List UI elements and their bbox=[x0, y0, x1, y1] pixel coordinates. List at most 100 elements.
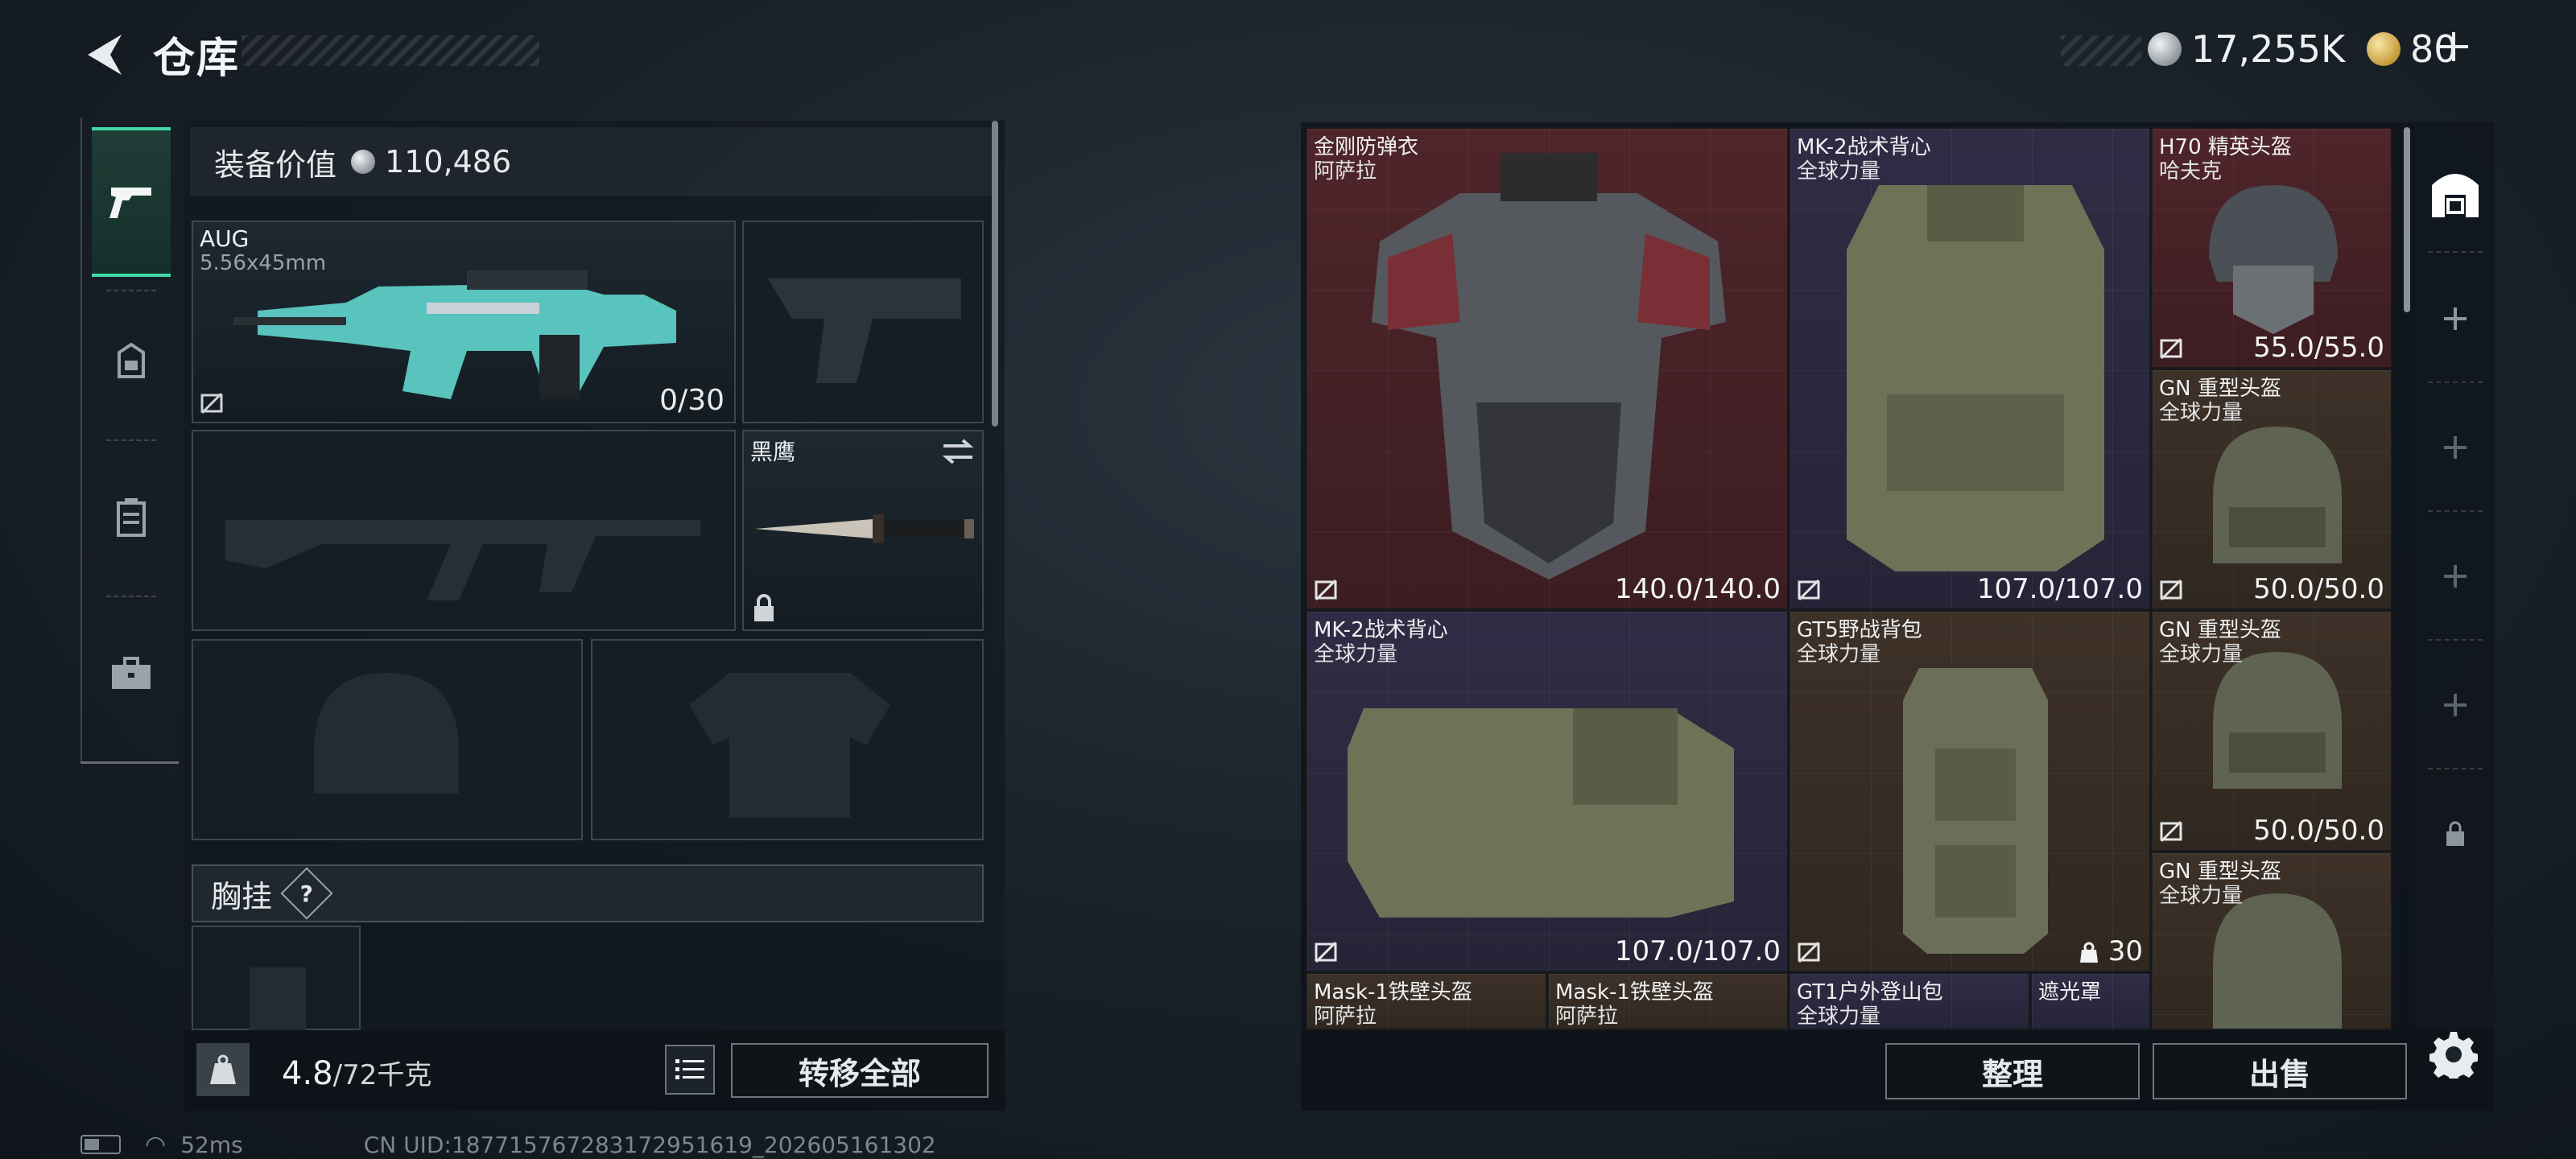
item-capacity: 30 bbox=[2079, 935, 2143, 967]
melee-slot[interactable]: 黑鹰 bbox=[742, 430, 984, 631]
kg-icon bbox=[196, 1043, 250, 1096]
help-icon[interactable]: ? bbox=[280, 867, 333, 920]
heavy-helmet-image bbox=[2213, 652, 2342, 789]
warehouse-item[interactable]: MK-2战术背心 全球力量 107.0/107.0 bbox=[1306, 610, 1789, 972]
lock-icon bbox=[754, 594, 774, 621]
silver-coin-icon bbox=[351, 150, 376, 174]
warehouse-item[interactable]: GN 重型头盔 全球力量 bbox=[2151, 852, 2392, 1030]
heavy-helmet-image bbox=[2213, 427, 2342, 563]
status-bar: ◠ 52ms CN UID:18771576728317295161​9_202… bbox=[80, 1130, 936, 1159]
item-origin: 全球力量 bbox=[1797, 159, 1881, 184]
no-insure-icon bbox=[1315, 579, 1337, 601]
warehouse-item[interactable]: 遮光罩 bbox=[2030, 972, 2151, 1030]
shelf-tab-main[interactable] bbox=[2415, 153, 2496, 233]
warehouse-item[interactable]: Mask-1铁壁头盔 阿萨拉 bbox=[1547, 972, 1789, 1030]
no-insure-icon bbox=[1798, 941, 1820, 963]
item-origin: 阿萨拉 bbox=[1314, 159, 1377, 184]
elite-helmet-image bbox=[2209, 185, 2338, 334]
battery-icon bbox=[80, 1135, 121, 1154]
user-uid: CN UID:18771576728317295161​9_2026051613… bbox=[363, 1131, 936, 1158]
tab-weapons[interactable] bbox=[92, 127, 171, 277]
title-decoration bbox=[242, 35, 539, 66]
helmet-slot[interactable] bbox=[192, 639, 583, 840]
item-origin: 阿萨拉 bbox=[1555, 1004, 1619, 1029]
currency-decoration bbox=[2061, 35, 2141, 66]
sell-button[interactable]: 出售 bbox=[2153, 1043, 2407, 1099]
backpack-image bbox=[1903, 668, 2048, 954]
primary-weapon-slot[interactable]: AUG 5.56x45mm 0/30 bbox=[192, 221, 736, 423]
item-durability: 50.0/50.0 bbox=[2253, 815, 2384, 847]
tab-helmet[interactable] bbox=[92, 287, 171, 436]
plus-icon bbox=[2439, 32, 2468, 61]
item-durability: 140.0/140.0 bbox=[1614, 573, 1781, 605]
armor-placeholder-image bbox=[689, 673, 890, 818]
armor-slot[interactable] bbox=[591, 639, 984, 840]
category-tabs bbox=[80, 118, 179, 761]
no-insure-icon bbox=[2160, 579, 2182, 601]
warehouse-item[interactable]: GT1户外登山包 全球力量 bbox=[1789, 972, 2030, 1030]
chest-rig-placeholder-image bbox=[250, 967, 306, 1032]
no-insure-icon bbox=[2160, 337, 2182, 360]
gold-coin-icon bbox=[2367, 32, 2401, 66]
plus-icon bbox=[2444, 694, 2467, 716]
warehouse-item[interactable]: MK-2战术背心 全球力量 107.0/107.0 bbox=[1789, 127, 2151, 610]
secondary-weapon-slot[interactable] bbox=[192, 430, 736, 631]
loadout-scrollbar[interactable] bbox=[992, 121, 998, 427]
settings-icon bbox=[2429, 1032, 2478, 1079]
bag-capacity-icon bbox=[2079, 942, 2098, 963]
gear-value-label: 装备价值 bbox=[214, 146, 337, 183]
settings-button[interactable] bbox=[2423, 1024, 2484, 1085]
weight-max: /72千克 bbox=[332, 1059, 432, 1091]
warehouse-item[interactable]: Mask-1铁壁头盔 阿萨拉 bbox=[1306, 972, 1547, 1030]
no-insure-icon bbox=[1315, 941, 1337, 963]
list-view-button[interactable] bbox=[665, 1045, 715, 1095]
tactical-vest-image bbox=[1348, 708, 1734, 918]
warehouse-item[interactable]: GN 重型头盔 全球力量 50.0/50.0 bbox=[2151, 369, 2392, 610]
add-shelf-button[interactable] bbox=[2415, 407, 2496, 488]
tab-equipment-case[interactable] bbox=[92, 599, 171, 749]
sort-button[interactable]: 整理 bbox=[1885, 1043, 2140, 1099]
plus-icon bbox=[2444, 565, 2467, 588]
warehouse-scrollbar[interactable] bbox=[2404, 127, 2410, 312]
warehouse-item[interactable]: 金刚防弹衣 阿萨拉 140.0/140.0 bbox=[1306, 127, 1789, 610]
no-insure-icon bbox=[200, 392, 223, 415]
silver-currency: 17,255K bbox=[2148, 27, 2345, 71]
rifle-placeholder-image bbox=[225, 520, 700, 600]
tactical-vest-image bbox=[1847, 185, 2104, 571]
add-shelf-button[interactable] bbox=[2415, 665, 2496, 745]
warehouse-item[interactable]: H70 精英头盔 哈夫克 55.0/55.0 bbox=[2151, 127, 2392, 369]
weight-current: 4.8 bbox=[282, 1055, 333, 1092]
item-origin: 全球力量 bbox=[2159, 884, 2244, 908]
chest-rig-label: 胸挂 bbox=[211, 878, 273, 914]
tab-vest[interactable] bbox=[92, 443, 171, 592]
item-origin: 全球力量 bbox=[1797, 1004, 1881, 1029]
helmet-icon bbox=[118, 342, 145, 378]
add-shelf-button[interactable] bbox=[2415, 278, 2496, 359]
add-shelf-button[interactable] bbox=[2415, 536, 2496, 617]
gear-value-bar: 装备价值 110,486 bbox=[190, 127, 995, 196]
chest-rig-header: 胸挂 ? bbox=[192, 864, 984, 922]
swap-icon[interactable] bbox=[942, 438, 974, 465]
pistol-placeholder-image bbox=[768, 278, 961, 383]
briefcase-icon bbox=[112, 657, 151, 689]
warehouse-item[interactable]: GT5野战背包 全球力量 30 bbox=[1789, 610, 2151, 972]
wifi-icon: ◠ bbox=[145, 1130, 167, 1159]
add-currency-button[interactable] bbox=[2415, 24, 2492, 72]
chest-rig-slot[interactable] bbox=[192, 926, 361, 1032]
locked-shelf-button[interactable] bbox=[2415, 794, 2496, 874]
warehouse-item[interactable]: GN 重型头盔 全球力量 50.0/50.0 bbox=[2151, 610, 2392, 852]
network-ping: 52ms bbox=[180, 1131, 243, 1158]
pistol-slot[interactable] bbox=[742, 221, 984, 423]
back-button[interactable] bbox=[77, 29, 129, 80]
plus-icon bbox=[2444, 436, 2467, 459]
list-icon bbox=[675, 1059, 704, 1079]
lock-icon bbox=[2446, 821, 2464, 846]
item-origin: 阿萨拉 bbox=[1314, 1004, 1377, 1029]
item-origin: 全球力量 bbox=[1797, 642, 1881, 666]
transfer-all-button[interactable]: 转移全部 bbox=[731, 1043, 989, 1098]
weight-display: 4.8/72千克 bbox=[282, 1053, 431, 1092]
item-durability: 107.0/107.0 bbox=[1976, 573, 2143, 605]
back-arrow-icon bbox=[88, 35, 122, 75]
pistol-icon bbox=[109, 188, 151, 218]
knife-image bbox=[755, 514, 974, 543]
